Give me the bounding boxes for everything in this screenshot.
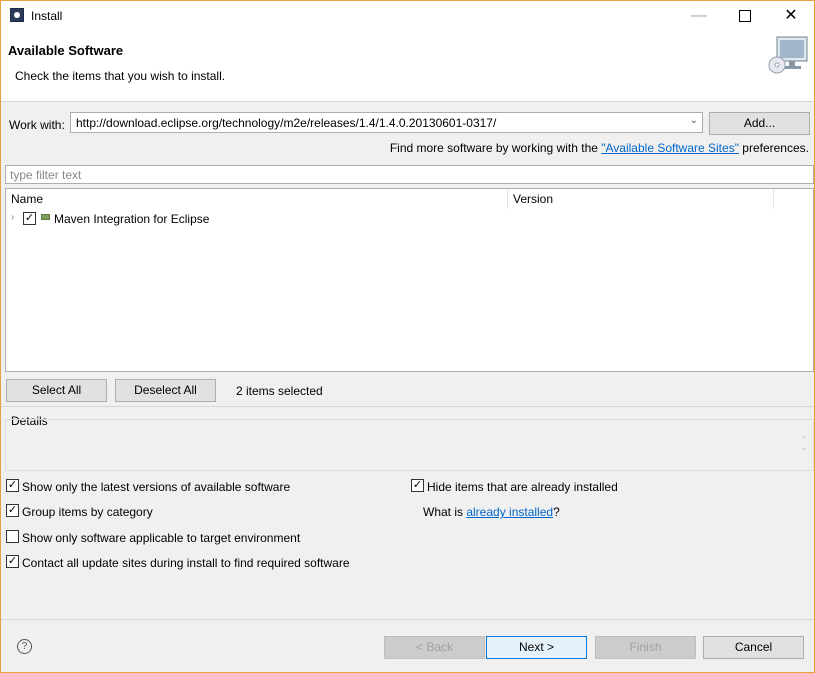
title-bar: Install — ✕ [1,1,814,31]
minimize-icon: — [691,7,707,24]
available-software-sites-link[interactable]: "Available Software Sites" [601,141,739,155]
footer-divider [1,619,814,620]
what-is-prefix: What is [423,505,467,519]
hide-installed-checkbox[interactable]: ✓ [411,479,424,492]
help-icon[interactable]: ? [17,639,32,654]
minimize-button[interactable]: — [676,1,722,31]
expand-arrow-icon[interactable]: › [11,212,14,223]
find-more-prefix: Find more software by working with the [389,141,602,155]
filter-input[interactable] [6,166,813,183]
deselect-all-button[interactable]: Deselect All [115,379,216,402]
selected-count: 2 items selected [236,384,323,398]
tree-row[interactable]: › ✓ Maven Integration for Eclipse [6,210,813,228]
close-button[interactable]: ✕ [768,1,814,31]
page-title: Available Software [8,43,124,58]
already-installed-link[interactable]: already installed [466,505,553,519]
add-site-button[interactable]: Add... [709,112,810,135]
divider [1,406,814,407]
contact-sites-label: Contact all update sites during install … [22,556,350,570]
show-applicable-label: Show only software applicable to target … [22,531,301,545]
contact-sites-checkbox[interactable]: ✓ [6,555,19,568]
install-dialog: Install — ✕ Available Software Check the… [0,0,815,673]
close-icon: ✕ [784,7,798,24]
tree-item-label: Maven Integration for Eclipse [54,212,210,226]
wizard-header: Available Software Check the items that … [1,31,814,102]
details-area[interactable]: ⌃ ⌄ [5,419,814,471]
show-latest-checkbox[interactable]: ✓ [6,479,19,492]
install-banner-icon [768,36,808,74]
software-tree[interactable]: Name Version › ✓ Maven Integration for E… [5,188,814,372]
eclipse-icon [10,8,24,22]
column-header-version[interactable]: Version [508,189,774,209]
hide-installed-label: Hide items that are already installed [427,480,618,494]
find-more-suffix: preferences. [738,141,809,155]
group-by-category-checkbox[interactable]: ✓ [6,504,19,517]
next-button[interactable]: Next > [486,636,587,659]
work-with-value: http://download.eclipse.org/technology/m… [76,116,497,130]
page-description: Check the items that you wish to install… [15,69,226,83]
finish-button[interactable]: Finish [595,636,696,659]
group-by-category-label: Group items by category [22,505,153,519]
what-is-suffix: ? [553,505,560,519]
feature-icon [41,214,50,220]
window-title: Install [31,9,63,23]
work-with-label: Work with: [9,118,65,132]
back-button[interactable]: < Back [384,636,485,659]
select-all-button[interactable]: Select All [6,379,107,402]
maximize-button[interactable] [722,1,768,31]
column-header-name[interactable]: Name [6,189,508,209]
scroll-arrows-icon[interactable]: ⌃ ⌄ [800,436,807,452]
chevron-down-icon: ⌄ [689,115,698,126]
tree-item-checkbox[interactable]: ✓ [23,212,36,225]
filter-field[interactable] [5,165,814,184]
show-applicable-checkbox[interactable] [6,530,19,543]
find-more-text: Find more software by working with the "… [390,141,809,155]
maximize-icon [739,9,751,22]
cancel-button[interactable]: Cancel [703,636,804,659]
work-with-combo[interactable]: http://download.eclipse.org/technology/m… [70,112,703,133]
show-latest-label: Show only the latest versions of availab… [22,480,291,494]
what-is-installed-text: What is already installed? [423,505,560,519]
